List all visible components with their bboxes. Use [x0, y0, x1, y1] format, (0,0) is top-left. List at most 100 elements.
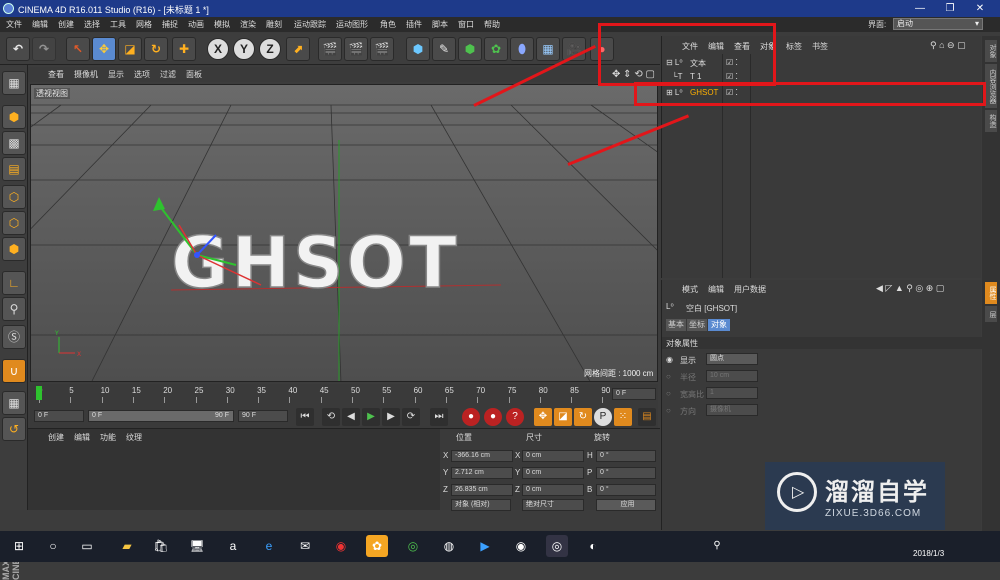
qq-icon[interactable]: ◍	[438, 535, 460, 557]
menu-sculpt[interactable]: 雕刻	[266, 19, 282, 30]
x-axis-button[interactable]: X	[207, 38, 229, 60]
menu-edit[interactable]: 编辑	[32, 19, 48, 30]
cycle-button[interactable]: ↺	[2, 417, 26, 441]
prop-aspect-field[interactable]: 1	[706, 387, 758, 399]
tab-objects[interactable]: 对象	[985, 40, 997, 62]
timeline[interactable]: 051015202530354045505560657075808590 0 F	[30, 384, 658, 406]
search-icon[interactable]: ○	[42, 535, 64, 557]
tab-structure[interactable]: 构造	[985, 110, 997, 132]
am-menu-userdata[interactable]: 用户数据	[734, 284, 766, 295]
auto-key-button[interactable]: ●	[484, 408, 502, 426]
viewport-menu-cameras[interactable]: 摄像机	[74, 69, 98, 80]
recent-tool-button[interactable]: ✚	[172, 37, 196, 61]
menu-snap[interactable]: 捕捉	[162, 19, 178, 30]
workplane-button[interactable]: ▤	[2, 157, 26, 181]
make-editable-button[interactable]: ▦	[2, 71, 26, 95]
timeline-settings-button[interactable]: ▤	[638, 408, 656, 426]
viewport-menu-display[interactable]: 显示	[108, 69, 124, 80]
perspective-viewport[interactable]: GHSOT Y X 透视视图 网格间距 : 1000 cm	[30, 84, 658, 382]
move-tool-button[interactable]: ✥	[92, 37, 116, 61]
tab-content-browser[interactable]: 内容浏览器	[985, 64, 997, 108]
play-store-icon[interactable]: ▶	[474, 535, 496, 557]
am-tab-coord[interactable]: 坐标	[687, 319, 707, 331]
viewport-menu-view[interactable]: 查看	[48, 69, 64, 80]
prev-key-button[interactable]: ⟲	[322, 408, 340, 426]
radio-icon[interactable]: ○	[666, 406, 671, 415]
om-menu-bookmarks[interactable]: 书签	[812, 41, 828, 52]
coordinate-system-button[interactable]: ⬈	[286, 37, 310, 61]
goto-end-button[interactable]: ⏭	[430, 408, 448, 426]
prop-radius-field[interactable]: 10 cm	[706, 370, 758, 382]
menu-tools[interactable]: 工具	[110, 19, 126, 30]
deformer-button[interactable]: ⬮	[510, 37, 534, 61]
coord-size-y-field[interactable]: 0 cm	[522, 467, 584, 479]
task-view-icon[interactable]: ▭	[76, 535, 98, 557]
app-icon[interactable]: ✿	[366, 535, 388, 557]
menu-help[interactable]: 帮助	[484, 19, 500, 30]
undo-button[interactable]: ↶	[6, 37, 30, 61]
array-button[interactable]: ✿	[484, 37, 508, 61]
netease-music-icon[interactable]: ◉	[330, 535, 352, 557]
am-menu-edit[interactable]: 编辑	[708, 284, 724, 295]
prev-frame-button[interactable]: ◀	[342, 408, 360, 426]
menu-character[interactable]: 角色	[380, 19, 396, 30]
redo-button[interactable]: ↷	[32, 37, 56, 61]
menu-render[interactable]: 渲染	[240, 19, 256, 30]
coord-mode-select[interactable]: 对象 (相对)	[451, 499, 511, 511]
end-frame-field[interactable]: 90 F	[238, 410, 288, 422]
menu-mesh[interactable]: 网格	[136, 19, 152, 30]
scale-tool-button[interactable]: ◪	[118, 37, 142, 61]
material-menu-texture[interactable]: 纹理	[126, 432, 142, 443]
material-menu-create[interactable]: 创建	[48, 432, 64, 443]
edges-mode-button[interactable]: ⬡	[2, 211, 26, 235]
windows-start-icon[interactable]: ⊞	[8, 535, 30, 557]
am-tab-basic[interactable]: 基本	[666, 319, 686, 331]
material-menu-function[interactable]: 功能	[100, 432, 116, 443]
current-frame-field[interactable]: 0 F	[612, 388, 656, 400]
floor-button[interactable]: ▦	[536, 37, 560, 61]
next-key-button[interactable]: ⟳	[402, 408, 420, 426]
viewport-menu-options[interactable]: 选项	[134, 69, 150, 80]
key-scale-button[interactable]: ◪	[554, 408, 572, 426]
computer-icon[interactable]: 🖥	[186, 535, 208, 557]
tray-icons[interactable]: ⚲	[706, 535, 728, 557]
radio-icon[interactable]: ○	[666, 372, 671, 381]
material-menu-edit[interactable]: 编辑	[74, 432, 90, 443]
minimize-button[interactable]: —	[905, 0, 935, 17]
coord-rot-b-field[interactable]: 0 °	[596, 484, 656, 496]
am-tab-object[interactable]: 对象	[708, 319, 730, 331]
record-button[interactable]: ●	[462, 408, 480, 426]
menu-motion-tracking[interactable]: 运动跟踪	[294, 19, 326, 30]
viewport-menu-filter[interactable]: 过滤	[160, 69, 176, 80]
mail-icon[interactable]: ✉	[294, 535, 316, 557]
axis-mode-button[interactable]: ∟	[2, 271, 26, 295]
live-selection-button[interactable]: ↖	[66, 37, 90, 61]
menu-plugins[interactable]: 插件	[406, 19, 422, 30]
menu-select[interactable]: 选择	[84, 19, 100, 30]
playhead[interactable]	[36, 386, 42, 400]
am-nav-icons[interactable]: ◀ ◸ ▲ ⚲ ◎ ⊕ ▢	[876, 283, 944, 294]
cinema4d-taskbar-icon[interactable]: ◎	[546, 535, 568, 557]
wechat-icon[interactable]: ◎	[402, 535, 424, 557]
play-button[interactable]: ▶	[362, 408, 380, 426]
tab-layers[interactable]: 层	[985, 306, 997, 322]
edge-browser-icon[interactable]: e	[258, 535, 280, 557]
render-picture-viewer-button[interactable]: 🎬	[344, 37, 368, 61]
am-menu-mode[interactable]: 模式	[682, 284, 698, 295]
coord-pos-y-field[interactable]: 2.712 cm	[451, 467, 513, 479]
menu-animate[interactable]: 动画	[188, 19, 204, 30]
frame-range-slider[interactable]: 0 F 90 F	[88, 410, 234, 422]
amazon-icon[interactable]: a	[222, 535, 244, 557]
coord-pos-x-field[interactable]: -366.16 cm	[451, 450, 513, 462]
key-param-button[interactable]: P	[594, 408, 612, 426]
chrome-icon[interactable]: ◉	[510, 535, 532, 557]
magnet-button[interactable]: ∪	[2, 359, 26, 383]
menu-script[interactable]: 脚本	[432, 19, 448, 30]
om-menu-tags[interactable]: 标签	[786, 41, 802, 52]
prop-display-select[interactable]: 圆点	[706, 353, 758, 365]
menu-mograph[interactable]: 运动图形	[336, 19, 368, 30]
model-mode-button[interactable]: ⬢	[2, 105, 26, 129]
keyframe-selection-button[interactable]: ?	[506, 408, 524, 426]
menu-create[interactable]: 创建	[58, 19, 74, 30]
coord-rot-p-field[interactable]: 0 °	[596, 467, 656, 479]
